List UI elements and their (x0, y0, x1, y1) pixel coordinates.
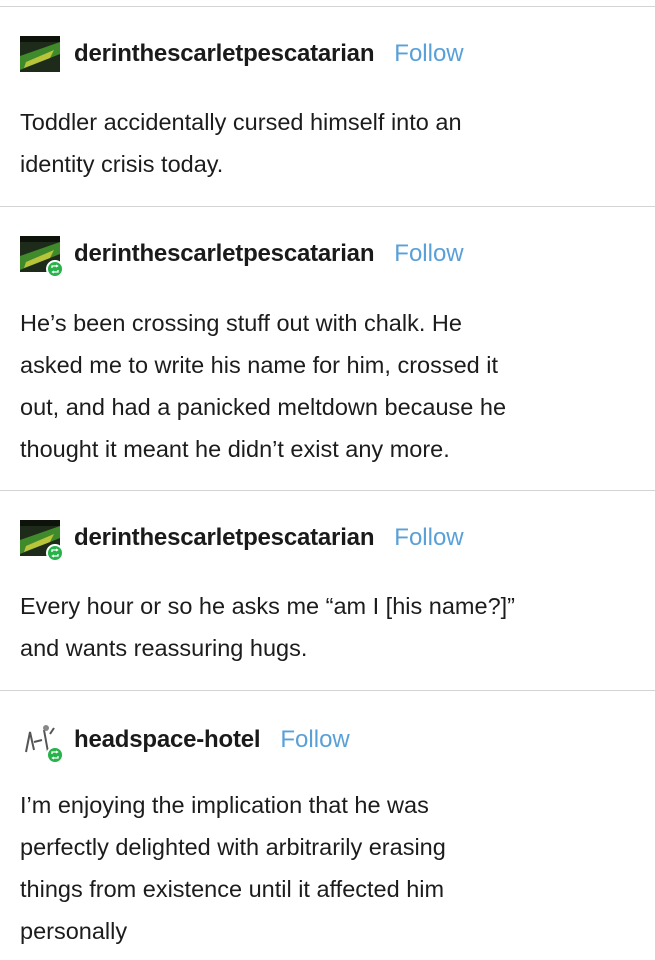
top-divider (0, 6, 655, 7)
post-divider (0, 690, 655, 691)
text-line: I’m enjoying the implication that he was (20, 792, 429, 818)
follow-button[interactable]: Follow (394, 524, 463, 552)
post-body: Every hour or so he asks me “am I [his n… (20, 585, 635, 669)
sketch-avatar-icon[interactable] (20, 722, 64, 764)
username[interactable]: derinthescarletpescatarian (74, 240, 374, 268)
follow-button[interactable]: Follow (394, 240, 463, 268)
text-line: perfectly delighted with arbitrarily era… (20, 834, 446, 860)
post-header: derinthescarletpescatarian Follow (20, 34, 464, 74)
post-divider (0, 206, 655, 207)
text-line: things from existence until it affected … (20, 876, 445, 902)
text-line: thought it meant he didn’t exist any mor… (20, 436, 450, 462)
post-body: I’m enjoying the implication that he was… (20, 784, 635, 952)
text-line: out, and had a panicked meltdown because… (20, 394, 507, 420)
reblog-badge-icon (46, 260, 64, 278)
green-abstract-avatar-icon[interactable] (20, 236, 64, 278)
post-header: headspace-hotel Follow (20, 720, 350, 764)
follow-button[interactable]: Follow (280, 726, 349, 754)
username[interactable]: headspace-hotel (74, 726, 261, 754)
post-body: He’s been crossing stuff out with chalk.… (20, 302, 635, 470)
text-line: personally (20, 918, 128, 944)
post-header: derinthescarletpescatarian Follow (20, 518, 464, 562)
text-line: Every hour or so he asks me “am I [his n… (20, 593, 515, 619)
green-abstract-avatar-icon[interactable] (20, 36, 60, 72)
text-line: identity crisis today. (20, 151, 224, 177)
follow-button[interactable]: Follow (394, 40, 463, 68)
text-line: Toddler accidentally cursed himself into… (20, 109, 462, 135)
green-abstract-avatar-icon[interactable] (20, 520, 64, 562)
username[interactable]: derinthescarletpescatarian (74, 524, 374, 552)
post-body: Toddler accidentally cursed himself into… (20, 101, 635, 185)
username[interactable]: derinthescarletpescatarian (74, 40, 374, 68)
text-line: and wants reassuring hugs. (20, 635, 308, 661)
post-header: derinthescarletpescatarian Follow (20, 234, 464, 278)
reblog-badge-icon (46, 746, 64, 764)
reblog-badge-icon (46, 544, 64, 562)
text-line: He’s been crossing stuff out with chalk.… (20, 310, 462, 336)
text-line: asked me to write his name for him, cros… (20, 352, 499, 378)
post-divider (0, 490, 655, 491)
